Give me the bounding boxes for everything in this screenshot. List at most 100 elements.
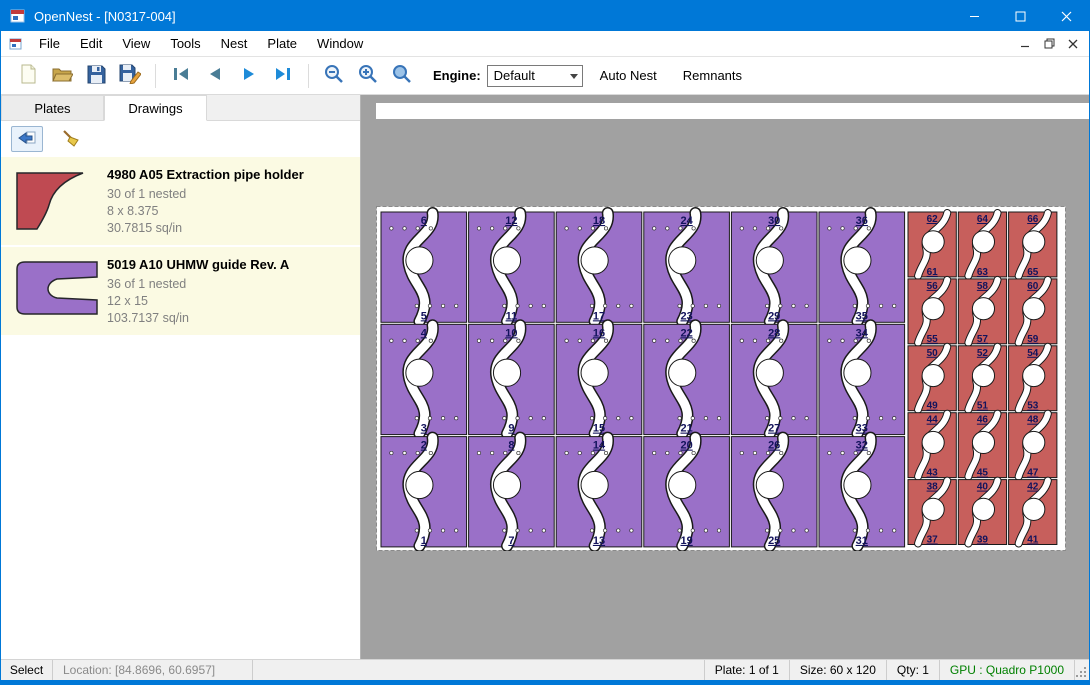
minimize-button[interactable]	[951, 1, 997, 31]
send-to-plate-button[interactable]	[11, 126, 43, 152]
menu-item-tools[interactable]: Tools	[160, 32, 210, 55]
menu-item-nest[interactable]: Nest	[211, 32, 258, 55]
mdi-child-icon[interactable]	[9, 37, 23, 51]
send-to-plate-arrow-icon	[17, 130, 37, 149]
main-toolbar: Engine: Default Auto Nest Remnants	[1, 57, 1089, 95]
title-bar: OpenNest - [N0317-004]	[1, 1, 1089, 31]
svg-text:60: 60	[1027, 281, 1039, 292]
svg-text:65: 65	[1027, 267, 1039, 278]
svg-text:38: 38	[927, 482, 939, 493]
tab-plates-label: Plates	[34, 101, 70, 116]
engine-dropdown[interactable]: Default	[487, 65, 583, 87]
close-button[interactable]	[1043, 1, 1089, 31]
nav-first-icon	[172, 67, 190, 84]
resize-grip[interactable]	[1075, 660, 1089, 680]
svg-text:20: 20	[680, 440, 692, 452]
save-as-button[interactable]	[113, 61, 147, 91]
broom-icon	[61, 128, 81, 151]
auto-nest-button[interactable]: Auto Nest	[591, 63, 666, 88]
mdi-restore-button[interactable]	[1037, 33, 1061, 55]
svg-text:50: 50	[927, 348, 939, 359]
svg-text:10: 10	[505, 327, 517, 339]
svg-text:28: 28	[768, 327, 780, 339]
drawing-item-1[interactable]: 4980 A05 Extraction pipe holder 30 of 1 …	[1, 157, 360, 247]
nav-next-button[interactable]	[232, 61, 266, 91]
svg-text:64: 64	[977, 214, 989, 225]
nest-canvas[interactable]: 6512111817242330293635431091615222128273…	[361, 95, 1089, 659]
zoom-out-icon	[324, 64, 344, 87]
nav-previous-button[interactable]	[198, 61, 232, 91]
svg-text:43: 43	[927, 468, 939, 479]
zoom-in-icon	[358, 64, 378, 87]
svg-text:8: 8	[508, 440, 514, 452]
svg-text:29: 29	[768, 310, 780, 322]
plate[interactable]: 6512111817242330293635431091615222128273…	[376, 206, 1066, 551]
drawing-area: 103.7137 sq/in	[107, 310, 354, 327]
mdi-close-button[interactable]	[1061, 33, 1085, 55]
svg-text:37: 37	[927, 535, 939, 546]
svg-text:57: 57	[977, 334, 989, 345]
plate-svg[interactable]: 6512111817242330293635431091615222128273…	[376, 206, 1066, 551]
open-button[interactable]	[45, 61, 79, 91]
tab-drawings[interactable]: Drawings	[104, 95, 207, 121]
chevron-down-icon	[570, 74, 578, 79]
zoom-in-button[interactable]	[351, 61, 385, 91]
svg-text:9: 9	[508, 423, 514, 435]
svg-text:11: 11	[506, 310, 518, 322]
drawing-list: 4980 A05 Extraction pipe holder 30 of 1 …	[1, 157, 360, 659]
svg-text:22: 22	[680, 327, 692, 339]
drawing-title: 5019 A10 UHMW guide Rev. A	[107, 257, 354, 272]
menu-item-plate[interactable]: Plate	[257, 32, 307, 55]
tab-plates[interactable]: Plates	[1, 95, 104, 120]
svg-text:6: 6	[421, 215, 427, 227]
svg-text:1: 1	[421, 535, 427, 547]
svg-text:39: 39	[977, 535, 989, 546]
menu-item-view[interactable]: View	[112, 32, 160, 55]
new-button[interactable]	[11, 61, 45, 91]
svg-text:58: 58	[977, 281, 989, 292]
clean-button[interactable]	[55, 126, 87, 152]
svg-text:49: 49	[927, 401, 939, 412]
svg-text:40: 40	[977, 482, 989, 493]
zoom-out-button[interactable]	[317, 61, 351, 91]
menu-item-edit[interactable]: Edit	[70, 32, 112, 55]
save-as-icon	[119, 64, 141, 87]
tab-strip: Plates Drawings	[1, 95, 360, 121]
svg-text:14: 14	[593, 440, 606, 452]
svg-text:44: 44	[927, 415, 939, 426]
svg-text:35: 35	[856, 310, 868, 322]
svg-text:15: 15	[593, 423, 605, 435]
menu-item-file[interactable]: File	[29, 32, 70, 55]
nav-last-button[interactable]	[266, 61, 300, 91]
window-title: OpenNest - [N0317-004]	[34, 9, 176, 24]
svg-text:3: 3	[421, 423, 427, 435]
drawing-item-2[interactable]: 5019 A10 UHMW guide Rev. A 36 of 1 neste…	[1, 247, 360, 337]
remnants-button[interactable]: Remnants	[674, 63, 751, 88]
svg-text:59: 59	[1027, 334, 1039, 345]
svg-text:51: 51	[977, 401, 989, 412]
app-window: OpenNest - [N0317-004] File Edit View To…	[0, 0, 1090, 685]
drawing-size: 8 x 8.375	[107, 203, 354, 220]
nav-first-button[interactable]	[164, 61, 198, 91]
zoom-fit-button[interactable]	[385, 61, 419, 91]
svg-text:31: 31	[856, 535, 868, 547]
location-readout: Location: [84.8696, 60.6957]	[53, 660, 253, 680]
svg-text:61: 61	[927, 267, 939, 278]
svg-text:32: 32	[856, 440, 868, 452]
svg-text:19: 19	[680, 535, 692, 547]
svg-text:16: 16	[593, 327, 605, 339]
drawing-nested-count: 30 of 1 nested	[107, 186, 354, 203]
svg-text:2: 2	[421, 440, 427, 452]
svg-text:52: 52	[977, 348, 989, 359]
svg-text:18: 18	[593, 215, 605, 227]
menu-item-window[interactable]: Window	[307, 32, 373, 55]
save-button[interactable]	[79, 61, 113, 91]
drawings-toolbar	[1, 121, 360, 157]
drawing-thumbnail-1	[11, 165, 107, 237]
svg-text:48: 48	[1027, 415, 1039, 426]
engine-value: Default	[494, 68, 535, 83]
maximize-button[interactable]	[997, 1, 1043, 31]
canvas-top-strip	[376, 103, 1089, 119]
mdi-minimize-button[interactable]	[1013, 33, 1037, 55]
svg-text:24: 24	[680, 215, 693, 227]
